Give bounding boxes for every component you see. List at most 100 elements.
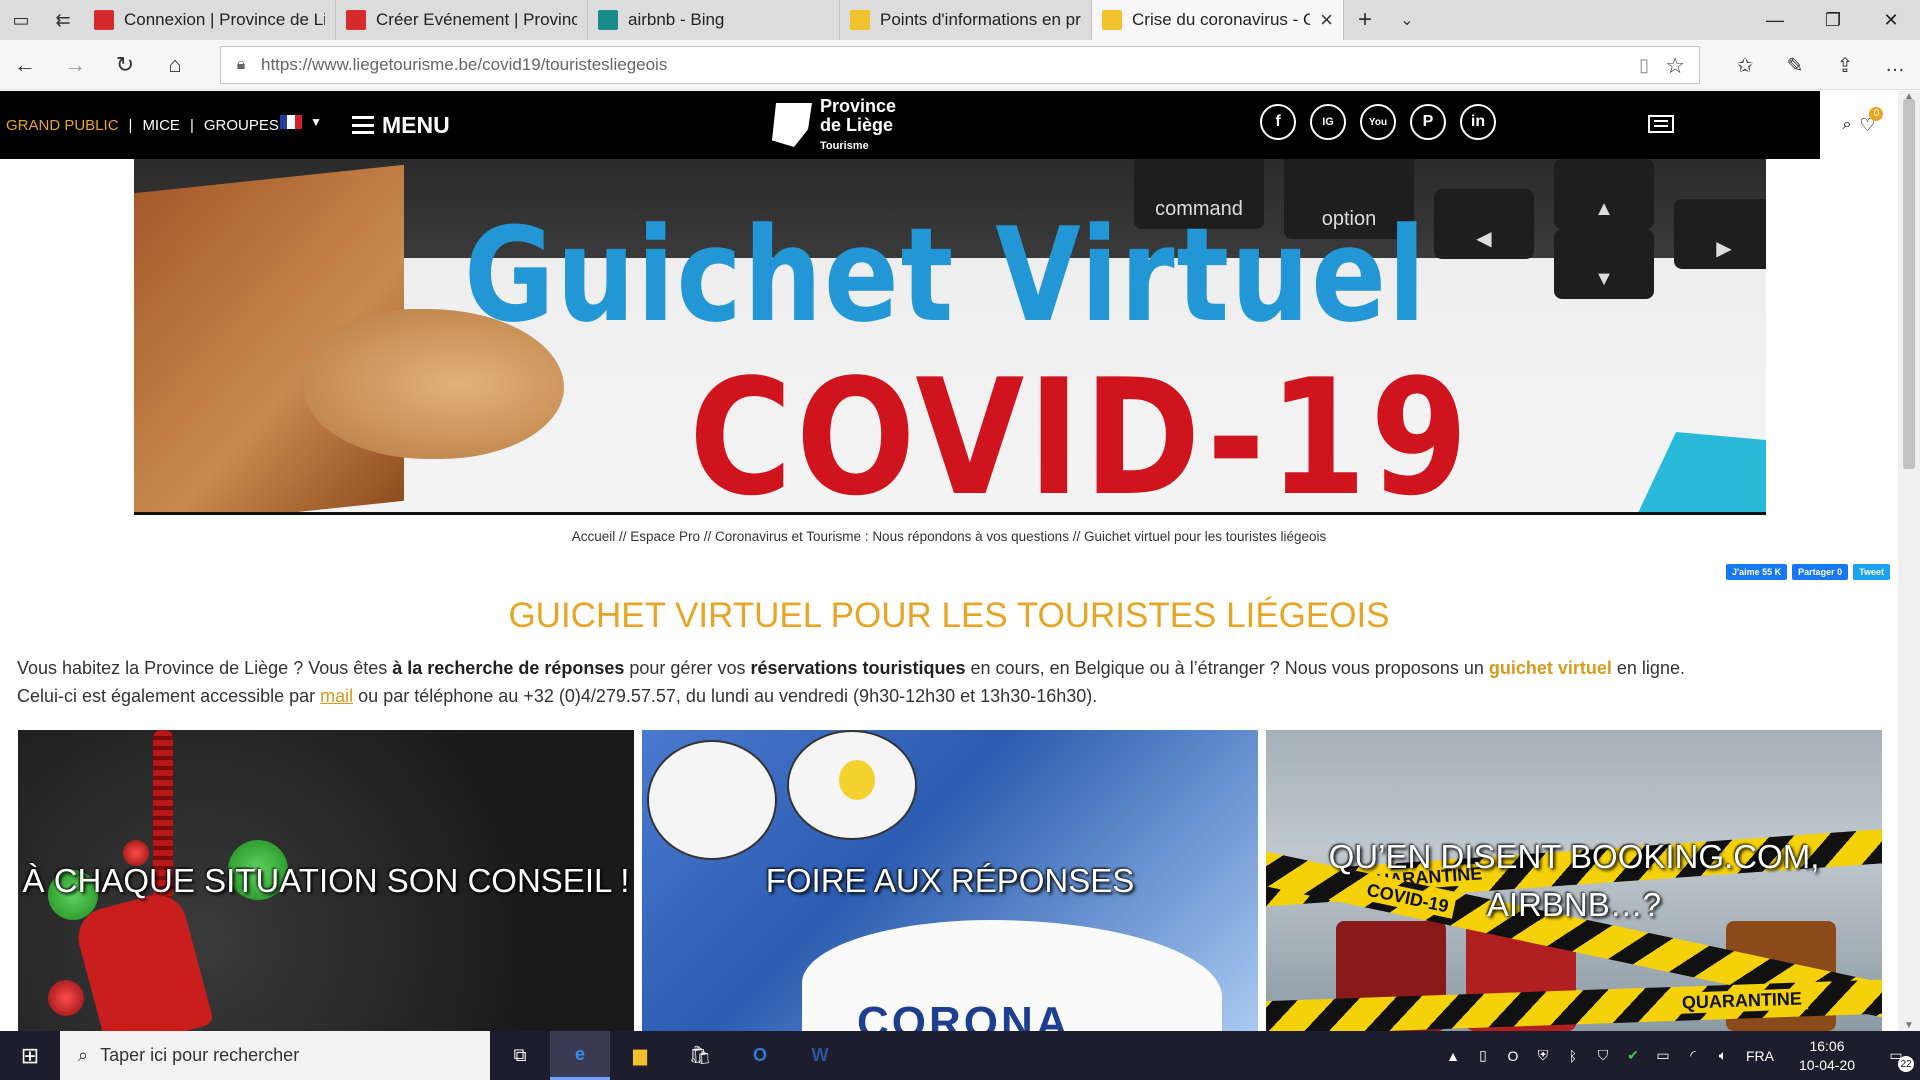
tab-title: airbnb - Bing (628, 10, 725, 29)
close-tab-icon[interactable]: × (1320, 7, 1333, 33)
mail-link[interactable]: mail (320, 686, 353, 706)
linkedin-icon[interactable]: in (1460, 104, 1496, 140)
audience-groupes-link[interactable]: GROUPES (204, 117, 279, 134)
share-buttons: J'aime 55 K Partager 0 Tweet (1725, 564, 1890, 580)
browser-tab-4[interactable]: Points d'informations en prc (840, 0, 1092, 40)
tray-app-icon[interactable]: ▲ (1438, 1048, 1468, 1064)
address-bar-row: ← → ↻ ⌂ 🔒︎ https://www.liegetourisme.be/… (0, 40, 1920, 90)
brochure-icon[interactable] (1648, 115, 1674, 133)
window-controls: — ❐ ✕ (1746, 0, 1920, 40)
more-icon[interactable]: … (1870, 40, 1920, 90)
intro-text-part: pour gérer vos (624, 658, 751, 678)
browser-tab-5-active[interactable]: Crise du coronavirus - C × (1092, 0, 1344, 40)
share-icon[interactable]: ⇪ (1820, 40, 1870, 90)
task-view-icon[interactable]: ⧉ (490, 1031, 550, 1080)
favorite-star-icon[interactable]: ☆ (1665, 53, 1685, 79)
edge-browser-icon[interactable]: e (550, 1031, 610, 1080)
search-icon[interactable]: ⌕ (1842, 116, 1851, 134)
audience-grand-public-link[interactable]: GRAND PUBLIC (6, 117, 119, 134)
maximize-icon[interactable]: ❐ (1804, 0, 1862, 40)
file-explorer-icon[interactable]: ▆ (610, 1031, 670, 1080)
province-de-liege-logo[interactable]: Province de Liège Tourisme (772, 93, 896, 157)
clock[interactable]: 16:06 10-04-20 (1782, 1037, 1872, 1075)
menu-button[interactable]: MENU (352, 91, 450, 159)
forward-icon[interactable]: → (50, 40, 100, 90)
url-input[interactable]: 🔒︎ https://www.liegetourisme.be/covid19/… (220, 46, 1700, 84)
province-favicon-icon (94, 10, 114, 30)
youtube-icon[interactable]: You (1360, 104, 1396, 140)
check-shield-icon[interactable]: ✔ (1618, 1047, 1648, 1064)
hero-banner-image: command option ▲ ◀ ▼ ▶ Guichet Virtuel C… (134, 159, 1766, 515)
favorites-hub-icon[interactable]: ✩ (1720, 40, 1770, 90)
arrow-right-key: ▶ (1674, 199, 1766, 269)
tab-title: Points d'informations en prc (880, 10, 1081, 29)
intro-text-part: ou par téléphone au +32 (0)4/279.57.57, … (353, 686, 1098, 706)
separator: | (189, 116, 194, 134)
close-window-icon[interactable]: ✕ (1862, 0, 1920, 40)
audience-nav: GRAND PUBLIC | MICE | GROUPES (6, 91, 279, 159)
tab-sets-icon[interactable]: ▭ (0, 0, 42, 40)
intro-bold: à la recherche de réponses (392, 658, 625, 678)
url-path: /covid19/touristesliegeois (477, 55, 668, 74)
topic-cards: À CHAQUE SITUATION SON CONSEIL ! CORONA … (18, 730, 1882, 1031)
back-icon[interactable]: ← (0, 40, 50, 90)
page-scrollbar[interactable]: ▲ ▼ (1898, 91, 1920, 1031)
bing-favicon-icon (598, 10, 618, 30)
scrollbar-thumb[interactable] (1903, 99, 1915, 469)
caret-down-icon: ▼ (310, 115, 322, 129)
card-foire-aux-reponses[interactable]: CORONA VIRUS FOIRE AUX RÉPONSES (642, 730, 1258, 1031)
clock-date: 10-04-20 (1798, 1056, 1856, 1073)
logo-line1: Province (820, 96, 897, 117)
hamburger-icon (352, 116, 374, 134)
reading-view-icon[interactable]: ▯ (1639, 55, 1649, 76)
action-center-icon[interactable]: ▭ 22 (1872, 1031, 1920, 1080)
browser-tab-2[interactable]: Créer Evénement | Province (336, 0, 588, 40)
outlook-tray-icon[interactable]: O (1498, 1048, 1528, 1064)
instagram-icon[interactable]: IG (1310, 104, 1346, 140)
pen-icon[interactable]: ✎ (1770, 40, 1820, 90)
battery-icon[interactable]: ▭ (1648, 1047, 1678, 1064)
tweet-button[interactable]: Tweet (1853, 564, 1890, 580)
wifi-icon[interactable]: ◜ (1678, 1047, 1708, 1064)
store-icon[interactable]: 🛍︎ (670, 1031, 730, 1080)
language-selector[interactable]: ▼ (280, 115, 322, 129)
facebook-icon[interactable]: f (1260, 104, 1296, 140)
browser-tab-3[interactable]: airbnb - Bing (588, 0, 840, 40)
pinterest-icon[interactable]: P (1410, 104, 1446, 140)
card-situation-conseil[interactable]: À CHAQUE SITUATION SON CONSEIL ! (18, 730, 634, 1031)
url-text: https://www.liegetourisme.be/covid19/tou… (261, 55, 667, 75)
browser-tab-1[interactable]: Connexion | Province de Liè (84, 0, 336, 40)
intro-text-part: Vous habitez la Province de Liège ? Vous… (17, 658, 393, 678)
breadcrumb[interactable]: Accueil // Espace Pro // Coronavirus et … (0, 529, 1898, 544)
new-tab-icon[interactable]: + (1344, 0, 1386, 40)
favorites-heart-icon[interactable]: ♡ 0 (1859, 106, 1884, 136)
scroll-down-icon[interactable]: ▼ (1904, 1020, 1914, 1031)
card-booking-airbnb[interactable]: QUARANTINE COVID-19 QUARANTINE QU’EN DIS… (1266, 730, 1882, 1031)
volume-icon[interactable]: 🔈︎ (1708, 1047, 1738, 1064)
home-icon[interactable]: ⌂ (150, 40, 200, 90)
outlook-icon[interactable]: O (730, 1031, 790, 1080)
input-language[interactable]: FRA (1738, 1048, 1782, 1064)
card-label: QU’EN DISENT BOOKING.COM, AIRBNB…? (1328, 837, 1820, 923)
windows-start-icon[interactable]: ⊞ (0, 1031, 60, 1080)
audience-mice-link[interactable]: MICE (142, 117, 180, 134)
windows-taskbar: ⊞ ⌕ Taper ici pour rechercher ⧉ e ▆ 🛍︎ O… (0, 1031, 1920, 1080)
word-icon[interactable]: W (790, 1031, 850, 1080)
lightbulb-icon (839, 760, 875, 800)
social-links: f IG You P in (1260, 104, 1496, 140)
refresh-icon[interactable]: ↻ (100, 40, 150, 90)
bluetooth-icon[interactable]: ᛒ (1558, 1048, 1588, 1064)
minimize-icon[interactable]: — (1746, 0, 1804, 40)
chevron-down-icon[interactable]: ⌄ (1386, 0, 1428, 40)
liege-tourisme-favicon-icon (850, 10, 870, 30)
usb-icon[interactable]: ▯ (1468, 1047, 1498, 1064)
defender-icon[interactable]: ⛉ (1588, 1047, 1618, 1064)
security-shield-icon[interactable]: ⛨ (1528, 1047, 1558, 1064)
logo-mark-icon (772, 103, 812, 147)
intro-text-part: Celui-ci est également accessible par (17, 686, 321, 706)
facebook-share-button[interactable]: Partager 0 (1792, 564, 1849, 580)
tabs-aside-icon[interactable]: ⇇ (42, 0, 84, 40)
taskbar-search-input[interactable]: ⌕ Taper ici pour rechercher (60, 1031, 490, 1080)
facebook-like-button[interactable]: J'aime 55 K (1725, 564, 1788, 580)
hero-covid-title: COVID-19 (689, 344, 1472, 515)
